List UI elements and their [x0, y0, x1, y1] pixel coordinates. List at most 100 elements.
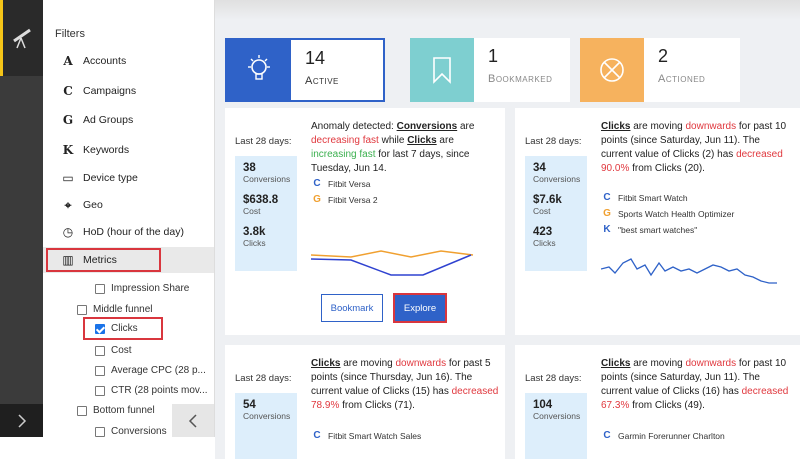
explore-button[interactable]: Explore	[393, 293, 447, 323]
filter-geo[interactable]: ⌖ Geo	[43, 192, 214, 218]
check-impression-share[interactable]: Impression Share	[95, 283, 189, 294]
text: Anomaly detected:	[311, 121, 397, 132]
check-average-cpc[interactable]: Average CPC (28 p...	[95, 365, 206, 376]
filter-campaigns[interactable]: C Campaigns	[43, 78, 214, 104]
filter-label: Accounts	[83, 55, 127, 67]
bookmark-button[interactable]: Bookmark	[321, 294, 383, 322]
trend-text: downwards	[685, 121, 737, 132]
checkbox[interactable]	[95, 365, 105, 376]
insights-main: 14 Active 1 Bookmarked 2 Actioned Last 2…	[215, 0, 800, 459]
checkbox[interactable]	[77, 405, 87, 416]
stat-label: Bookmarked	[488, 73, 553, 85]
entity-row: C Garmin Forerunner Charlton	[601, 430, 724, 441]
text: are	[436, 135, 454, 146]
metric-label: Conversions	[243, 174, 291, 184]
metric-label: Clicks	[533, 238, 556, 248]
filter-hod[interactable]: ◷ HoD (hour of the day)	[43, 219, 214, 245]
campaign-icon: C	[603, 430, 611, 441]
filters-panel: Filters A Accounts C Campaigns G Ad Grou…	[43, 0, 215, 437]
filter-label: Ad Groups	[83, 114, 134, 126]
campaign-icon: C	[313, 178, 321, 189]
filter-label: Campaigns	[83, 85, 137, 97]
checkbox[interactable]	[77, 304, 87, 315]
campaign-icon: C	[603, 192, 611, 203]
ad-group-icon: G	[313, 194, 321, 205]
filter-device-type[interactable]: ▭ Device type	[43, 165, 214, 191]
insight-card: Last 28 days: 54 Conversions Clicks are …	[225, 345, 505, 459]
metric-link[interactable]: Clicks	[407, 135, 436, 146]
trend-text: decreasing fast	[311, 135, 379, 146]
period-label: Last 28 days:	[235, 373, 292, 384]
clicks-highlight	[83, 317, 163, 340]
text: while	[378, 135, 408, 146]
device-icon: ▭	[62, 171, 74, 185]
telescope-icon[interactable]	[0, 0, 43, 76]
checkbox[interactable]	[95, 426, 105, 437]
collapse-panel-button[interactable]	[172, 404, 214, 437]
metric-value: 104	[533, 399, 553, 411]
check-middle-funnel[interactable]: Middle funnel	[77, 304, 152, 315]
metric-label: Conversions	[533, 174, 581, 184]
trend-text: increasing fast	[311, 149, 376, 160]
filter-keywords[interactable]: K Keywords	[43, 137, 214, 163]
checkbox[interactable]	[95, 385, 105, 396]
insight-description: Clicks are moving downwards for past 5 p…	[311, 357, 501, 413]
entity-row: G Sports Watch Health Optimizer	[601, 208, 734, 219]
expand-chevron-icon[interactable]	[0, 404, 43, 437]
checkbox[interactable]	[95, 283, 105, 294]
insight-card: Last 28 days: 34 Conversions $7.6k Cost …	[515, 108, 800, 335]
stat-count: 2	[658, 46, 669, 66]
entity-name: Sports Watch Health Optimizer	[618, 208, 735, 219]
metric-link[interactable]: Clicks	[601, 121, 630, 132]
insight-description: Clicks are moving downwards for past 10 …	[601, 357, 791, 413]
period-label: Last 28 days:	[235, 136, 292, 147]
trend-sparkline	[601, 258, 777, 284]
metric-value: 423	[533, 226, 553, 238]
metric-summary: 34 Conversions $7.6k Cost 423 Clicks	[525, 156, 587, 271]
checkbox[interactable]	[95, 345, 105, 356]
filter-ad-groups[interactable]: G Ad Groups	[43, 107, 214, 133]
check-cost[interactable]: Cost	[95, 345, 132, 356]
check-label: CTR (28 points mov...	[111, 385, 208, 396]
insight-card: Last 28 days: 38 Conversions $638.8 Cost…	[225, 108, 505, 335]
check-ctr[interactable]: CTR (28 points mov...	[95, 385, 208, 396]
filter-accounts[interactable]: A Accounts	[43, 48, 214, 74]
check-label: Conversions	[111, 426, 167, 437]
stat-bookmarked-tab[interactable]: 1 Bookmarked	[410, 38, 570, 102]
stat-active-tab[interactable]: 14 Active	[225, 38, 385, 102]
lightbulb-icon	[227, 40, 291, 100]
stat-actioned-tab[interactable]: 2 Actioned	[580, 38, 740, 102]
actioned-icon	[580, 38, 644, 102]
ad-group-icon: G	[603, 208, 611, 219]
text: are moving	[340, 358, 396, 369]
clock-icon: ◷	[62, 225, 74, 239]
metric-value: $638.8	[243, 194, 279, 206]
entity-row: C Fitbit Smart Watch	[601, 192, 687, 203]
metric-link[interactable]: Clicks	[601, 358, 630, 369]
metric-value: 54	[243, 399, 256, 411]
trend-sparkline	[311, 250, 474, 276]
metric-link[interactable]: Conversions	[397, 121, 458, 132]
entity-row: C Fitbit Smart Watch Sales	[311, 430, 421, 441]
check-label: Impression Share	[111, 283, 190, 294]
metric-value: 3.8k	[243, 226, 266, 238]
metric-label: Cost	[533, 206, 551, 216]
ad-groups-icon: G	[62, 113, 74, 127]
text: are	[457, 121, 475, 132]
entity-name: Fitbit Versa	[328, 178, 371, 189]
filter-label: Device type	[83, 172, 138, 184]
stat-count: 1	[488, 46, 499, 66]
metric-value: 34	[533, 162, 546, 174]
entity-name: Fitbit Smart Watch Sales	[328, 430, 422, 441]
check-label: Middle funnel	[93, 304, 153, 315]
metric-label: Conversions	[533, 411, 581, 421]
accounts-icon: A	[63, 54, 73, 68]
check-conversions[interactable]: Conversions	[95, 426, 167, 437]
top-shadow	[215, 0, 800, 20]
text: from Clicks (71).	[339, 400, 415, 411]
metric-link[interactable]: Clicks	[311, 358, 340, 369]
icon-rail	[0, 0, 43, 437]
entity-row: G Fitbit Versa 2	[311, 194, 378, 205]
insight-card: Last 28 days: 104 Conversions Clicks are…	[515, 345, 800, 459]
check-bottom-funnel[interactable]: Bottom funnel	[77, 405, 155, 416]
